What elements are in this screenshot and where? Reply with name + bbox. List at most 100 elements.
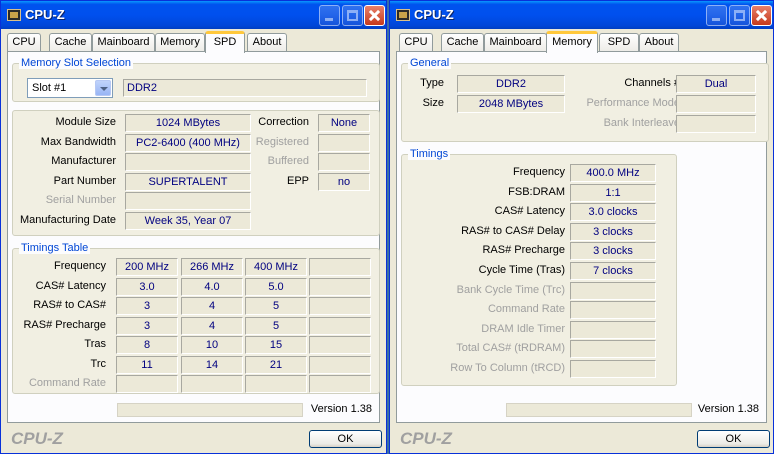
timing-value: 3.0 clocks: [570, 203, 656, 222]
timing-cell: 4.0: [181, 277, 243, 296]
close-icon: [365, 6, 384, 25]
timing-cell: [309, 375, 371, 393]
cpuz-window-memory: CPU-Z CPU Cache Mainboard Memory SPD Abo…: [389, 0, 774, 454]
timing-row-label: Frequency: [54, 260, 106, 272]
epp-label: EPP: [286, 175, 309, 187]
close-icon: [752, 6, 771, 25]
cpuz-brand: CPU-Z: [11, 429, 63, 448]
type-value: DDR2: [457, 75, 565, 93]
close-button[interactable]: [364, 5, 385, 26]
tab-about[interactable]: About: [247, 33, 287, 52]
timing-value: [570, 301, 656, 320]
ok-button[interactable]: OK: [697, 430, 770, 448]
version-label: Version 1.38: [697, 403, 759, 415]
minimize-button[interactable]: [706, 5, 727, 26]
cpuz-window-spd: CPU-Z CPU Cache Mainboard Memory SPD Abo…: [0, 0, 387, 454]
module-size-label: Module Size: [55, 116, 116, 128]
tab-spd[interactable]: SPD: [205, 31, 245, 53]
cpu-chip-icon: [7, 9, 21, 21]
timing-cell: 200 MHz: [116, 258, 178, 276]
maximize-icon: [347, 10, 358, 21]
title-bar[interactable]: CPU-Z: [1, 1, 386, 29]
timings-table-title: Timings Table: [19, 242, 91, 254]
status-field: [506, 403, 692, 417]
spd-panel: Memory Slot Selection Slot #1 DDR2 Modul…: [7, 51, 380, 423]
timing-label: RAS# Precharge: [482, 244, 565, 257]
timing-cell: 21: [245, 355, 307, 374]
minimize-icon: [712, 18, 720, 21]
size-label: Size: [422, 97, 444, 109]
bank-interleave-label: Bank Interleave: [603, 117, 680, 129]
tab-cpu[interactable]: CPU: [7, 33, 41, 52]
minimize-button[interactable]: [319, 5, 340, 26]
timing-row-label: CAS# Latency: [35, 279, 106, 292]
timing-value: 1:1: [570, 183, 656, 202]
timing-value: [570, 320, 656, 339]
timing-cell: [309, 258, 371, 276]
timing-label: Row To Column (tRCD): [450, 362, 565, 374]
performance-mode-value: [676, 95, 756, 113]
channels-label: Channels #: [624, 77, 680, 89]
timing-cell: [309, 316, 371, 335]
timing-value: [570, 340, 656, 359]
timing-cell: [309, 336, 371, 354]
manufacturer-value: [125, 153, 251, 171]
timing-row-label: Command Rate: [28, 377, 106, 389]
tab-mainboard[interactable]: Mainboard: [92, 33, 155, 52]
manufacturing-date-value: Week 35, Year 07: [125, 212, 251, 230]
timing-row-label: Trc: [90, 357, 106, 370]
timing-label: FSB:DRAM: [508, 185, 565, 198]
timing-label: Cycle Time (Tras): [478, 264, 565, 276]
timing-cell: [309, 355, 371, 374]
status-bar: Version 1.38: [7, 401, 380, 419]
general-group: General Type DDR2 Size 2048 MBytes Chann…: [401, 57, 769, 142]
tab-cache[interactable]: Cache: [49, 33, 92, 52]
general-group-title: General: [408, 57, 452, 69]
maximize-button[interactable]: [729, 5, 750, 26]
title-bar[interactable]: CPU-Z: [390, 1, 773, 29]
timing-value: [570, 281, 656, 300]
status-bar: Version 1.38: [396, 401, 767, 419]
timing-cell: 3: [116, 316, 178, 335]
window-title: CPU-Z: [414, 7, 454, 22]
close-button[interactable]: [751, 5, 772, 26]
size-value: 2048 MBytes: [457, 95, 565, 113]
slot-select-value: Slot #1: [32, 82, 67, 94]
serial-number-value: [125, 192, 251, 210]
tab-mainboard[interactable]: Mainboard: [484, 33, 547, 52]
buffered-label: Buffered: [267, 155, 309, 167]
memory-slot-group: Memory Slot Selection Slot #1 DDR2: [12, 57, 380, 102]
timing-label: CAS# Latency: [494, 205, 565, 218]
timing-cell: 266 MHz: [181, 258, 243, 276]
timings-group: Timings Frequency 400.0 MHz FSB:DRAM 1:1 CAS…: [401, 148, 677, 386]
timing-cell: 3.0: [116, 277, 178, 296]
cpuz-brand: CPU-Z: [400, 429, 452, 448]
timing-value: 400.0 MHz: [570, 164, 656, 182]
slot-select[interactable]: Slot #1: [27, 78, 113, 98]
timing-cell: [309, 297, 371, 315]
tab-cpu[interactable]: CPU: [399, 33, 433, 52]
timing-label: Total CAS# (tRDRAM): [456, 342, 565, 355]
part-number-label: Part Number: [53, 175, 116, 187]
timing-label: RAS# to CAS# Delay: [461, 224, 565, 237]
timing-cell: 10: [181, 336, 243, 354]
tab-about[interactable]: About: [639, 33, 679, 52]
buffered-value: [318, 153, 370, 171]
timing-row-label: RAS# Precharge: [23, 318, 106, 331]
maximize-button[interactable]: [342, 5, 363, 26]
timing-value: 3 clocks: [570, 242, 656, 261]
tab-spd[interactable]: SPD: [599, 33, 639, 52]
type-label: Type: [420, 77, 444, 89]
tab-cache[interactable]: Cache: [441, 33, 484, 52]
performance-mode-label: Performance Mode: [586, 97, 680, 109]
timing-cell: [181, 375, 243, 393]
timing-cell: [116, 375, 178, 393]
timing-cell: 3: [116, 297, 178, 315]
timing-cell: [245, 375, 307, 393]
ok-button[interactable]: OK: [309, 430, 382, 448]
timing-cell: [309, 277, 371, 296]
tab-memory[interactable]: Memory: [546, 31, 598, 53]
timing-row-label: RAS# to CAS#: [33, 299, 106, 311]
tab-memory[interactable]: Memory: [155, 33, 205, 52]
chevron-down-icon[interactable]: [95, 80, 111, 96]
